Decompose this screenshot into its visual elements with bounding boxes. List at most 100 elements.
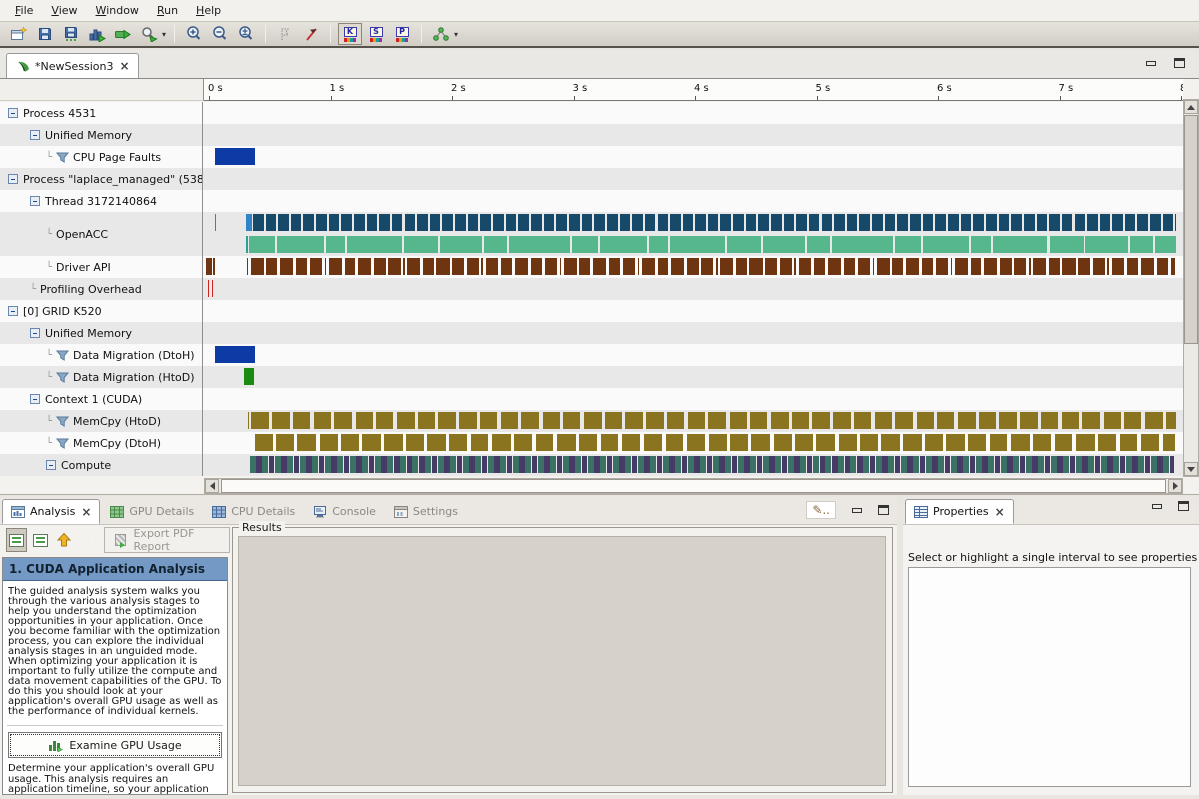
timeline-interval[interactable] bbox=[895, 412, 913, 429]
timeline-interval[interactable] bbox=[838, 456, 844, 473]
timeline-interval[interactable] bbox=[325, 258, 327, 275]
timeline-interval[interactable] bbox=[569, 456, 575, 473]
timeline-interval[interactable] bbox=[1050, 236, 1084, 253]
timeline-interval[interactable] bbox=[751, 434, 770, 451]
timeline-interval[interactable] bbox=[687, 258, 699, 275]
examine-gpu-usage-button[interactable]: Examine GPU Usage bbox=[8, 732, 222, 758]
minimize-icon[interactable] bbox=[852, 508, 862, 513]
timeline-interval[interactable] bbox=[369, 456, 375, 473]
timeline-interval[interactable] bbox=[455, 214, 466, 231]
tree-row-data-migration-dtoh[interactable]: └Data Migration (DtoH) bbox=[0, 344, 203, 366]
timeline-interval[interactable] bbox=[331, 456, 337, 473]
timeline-interval[interactable] bbox=[769, 456, 775, 473]
timeline-interval[interactable] bbox=[344, 456, 350, 473]
timeline-interval[interactable] bbox=[518, 214, 529, 231]
timeline-interval[interactable] bbox=[788, 456, 794, 473]
timeline-interval[interactable] bbox=[845, 456, 851, 473]
zoom-fit-button[interactable] bbox=[234, 23, 258, 45]
timeline-interval[interactable] bbox=[509, 236, 570, 253]
timeline-interval[interactable] bbox=[875, 412, 893, 429]
timeline-interval[interactable] bbox=[293, 412, 310, 429]
timeline-interval[interactable] bbox=[397, 412, 415, 429]
timeline-interval[interactable] bbox=[388, 258, 400, 275]
timeline-interval[interactable] bbox=[442, 214, 453, 231]
timeline-interval[interactable] bbox=[733, 214, 743, 231]
timeline-interval[interactable] bbox=[687, 434, 706, 451]
timeline-interval[interactable] bbox=[1076, 456, 1082, 473]
menu-window[interactable]: Window bbox=[87, 2, 148, 19]
timeline-interval[interactable] bbox=[325, 456, 331, 473]
timeline-interval[interactable] bbox=[457, 456, 463, 473]
timeline-interval[interactable] bbox=[1011, 434, 1030, 451]
timeline-interval[interactable] bbox=[984, 258, 997, 275]
timeline-interval[interactable] bbox=[519, 456, 525, 473]
timeline-interval[interactable] bbox=[256, 456, 262, 473]
timeline-interval[interactable] bbox=[958, 412, 976, 429]
timeline-interval[interactable] bbox=[425, 456, 431, 473]
timeline-interval[interactable] bbox=[213, 258, 215, 275]
timeline-interval[interactable] bbox=[1001, 456, 1007, 473]
tree-row-context-1-cuda[interactable]: Context 1 (CUDA) bbox=[0, 388, 203, 410]
stream-coloring-button[interactable]: S bbox=[364, 23, 388, 45]
timeline-interval[interactable] bbox=[625, 412, 643, 429]
timeline-interval[interactable] bbox=[649, 236, 668, 253]
timeline-interval[interactable] bbox=[963, 456, 969, 473]
timeline-interval[interactable] bbox=[1175, 214, 1176, 231]
timeline-interval[interactable] bbox=[794, 456, 800, 473]
timeline-interval[interactable] bbox=[771, 412, 789, 429]
timeline-interval[interactable] bbox=[646, 412, 664, 429]
timeline-interval[interactable] bbox=[688, 456, 694, 473]
timeline-interval[interactable] bbox=[644, 434, 662, 451]
timeline-interval[interactable] bbox=[925, 434, 943, 451]
timeline-interval[interactable] bbox=[563, 456, 569, 473]
timeline-interval[interactable] bbox=[695, 214, 705, 231]
timeline-interval[interactable] bbox=[701, 258, 713, 275]
timeline-interval[interactable] bbox=[375, 456, 381, 473]
timeline-interval[interactable] bbox=[707, 456, 713, 473]
tab-analysis[interactable]: Analysis × bbox=[2, 499, 100, 524]
timeline-interval[interactable] bbox=[407, 456, 413, 473]
timeline-interval[interactable] bbox=[932, 456, 938, 473]
analyze-dropdown-caret[interactable]: ▾ bbox=[162, 30, 166, 39]
timeline-interval[interactable] bbox=[1078, 258, 1090, 275]
timeline-interval[interactable] bbox=[438, 412, 456, 429]
dependency-dropdown-caret[interactable]: ▾ bbox=[454, 30, 458, 39]
timeline-interval[interactable] bbox=[250, 456, 256, 473]
collapse-toggle-icon[interactable] bbox=[30, 394, 40, 404]
vertical-scrollbar[interactable] bbox=[1183, 99, 1199, 477]
timeline-interval[interactable] bbox=[607, 456, 613, 473]
timeline-interval[interactable] bbox=[212, 280, 214, 297]
timeline-interval[interactable] bbox=[725, 456, 731, 473]
timeline-interval[interactable] bbox=[1171, 258, 1176, 275]
timeline-interval[interactable] bbox=[471, 434, 489, 451]
menu-help[interactable]: Help bbox=[187, 2, 230, 19]
timeline-interval[interactable] bbox=[1062, 412, 1080, 429]
timeline-interval[interactable] bbox=[405, 214, 416, 231]
timeline-interval[interactable] bbox=[251, 412, 269, 429]
timeline-interval[interactable] bbox=[480, 214, 491, 231]
timeline-interval[interactable] bbox=[319, 456, 325, 473]
timeline-interval[interactable] bbox=[334, 412, 352, 429]
timeline-interval[interactable] bbox=[922, 258, 934, 275]
maximize-icon[interactable] bbox=[1174, 58, 1185, 68]
timeline-interval[interactable] bbox=[569, 214, 580, 231]
tree-row-cpu-page-faults[interactable]: └CPU Page Faults bbox=[0, 146, 203, 168]
timeline-interval[interactable] bbox=[1082, 412, 1100, 429]
timeline-interval[interactable] bbox=[1145, 456, 1151, 473]
timeline-interval[interactable] bbox=[266, 214, 277, 231]
timeline-interval[interactable] bbox=[1138, 456, 1144, 473]
timeline-interval[interactable] bbox=[531, 214, 542, 231]
timeline-interval[interactable] bbox=[276, 434, 294, 451]
timeline-interval[interactable] bbox=[694, 456, 700, 473]
timeline-interval[interactable] bbox=[545, 258, 557, 275]
tree-row-unified-memory-host[interactable]: Unified Memory bbox=[0, 124, 203, 146]
timeline-interval[interactable] bbox=[1062, 214, 1073, 231]
timeline-interval[interactable] bbox=[404, 236, 438, 253]
new-session-button[interactable] bbox=[7, 23, 31, 45]
timeline-interval[interactable] bbox=[1125, 214, 1136, 231]
scroll-right-button[interactable] bbox=[1168, 479, 1182, 493]
timeline-interval[interactable] bbox=[658, 214, 668, 231]
timeline-interval[interactable] bbox=[515, 258, 528, 275]
previous-marker-button[interactable] bbox=[273, 23, 297, 45]
timeline-interval[interactable] bbox=[642, 258, 655, 275]
